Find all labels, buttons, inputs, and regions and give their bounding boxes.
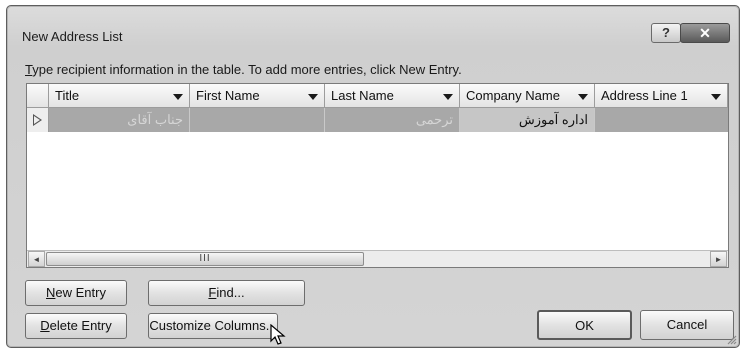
resize-grip-icon[interactable] [725, 333, 737, 345]
address-table[interactable]: Title First Name Last Name Company Name … [26, 83, 729, 268]
column-header-company-name[interactable]: Company Name [460, 84, 595, 108]
dropdown-arrow-icon[interactable] [578, 94, 588, 100]
dialog-title: New Address List [22, 29, 123, 44]
current-row-arrow-icon [33, 114, 42, 126]
horizontal-scrollbar[interactable]: ◄ III ► [27, 250, 728, 267]
column-header-title[interactable]: Title [49, 84, 190, 108]
cell-title[interactable]: جناب آقای [49, 108, 190, 132]
scrollbar-thumb[interactable]: III [46, 252, 364, 266]
instruction-text: Type recipient information in the table.… [25, 62, 462, 77]
cancel-button[interactable]: Cancel [640, 310, 734, 340]
cell-company-name[interactable]: اداره آموزش [460, 108, 595, 132]
column-header-last-name[interactable]: Last Name [325, 84, 460, 108]
table-row[interactable]: جناب آقای ترحمی اداره آموزش [27, 108, 728, 132]
cell-first-name[interactable] [190, 108, 325, 132]
dropdown-arrow-icon[interactable] [443, 94, 453, 100]
cell-last-name[interactable]: ترحمی [325, 108, 460, 132]
header-corner [27, 84, 49, 108]
help-button[interactable]: ? [651, 23, 681, 43]
column-header-first-name[interactable]: First Name [190, 84, 325, 108]
scroll-left-icon[interactable]: ◄ [28, 251, 45, 267]
dropdown-arrow-icon[interactable] [173, 94, 183, 100]
customize-columns-button[interactable]: Customize Columns... [148, 313, 278, 339]
find-button[interactable]: Find... [148, 280, 305, 306]
dropdown-arrow-icon[interactable] [711, 94, 721, 100]
delete-entry-button[interactable]: Delete Entry [25, 313, 127, 339]
scroll-right-icon[interactable]: ► [710, 251, 727, 267]
close-button[interactable]: ✕ [680, 23, 730, 43]
column-header-address-line-1[interactable]: Address Line 1 [595, 84, 728, 108]
new-entry-button[interactable]: New Entry [25, 280, 127, 306]
cell-address-line-1[interactable] [595, 108, 728, 132]
ok-button[interactable]: OK [537, 310, 632, 340]
mouse-cursor-icon [270, 324, 286, 345]
row-selector[interactable] [27, 108, 49, 132]
new-address-list-dialog: New Address List ? ✕ Type recipient info… [6, 5, 740, 348]
dropdown-arrow-icon[interactable] [308, 94, 318, 100]
title-bar[interactable]: New Address List ? ✕ [7, 6, 739, 48]
